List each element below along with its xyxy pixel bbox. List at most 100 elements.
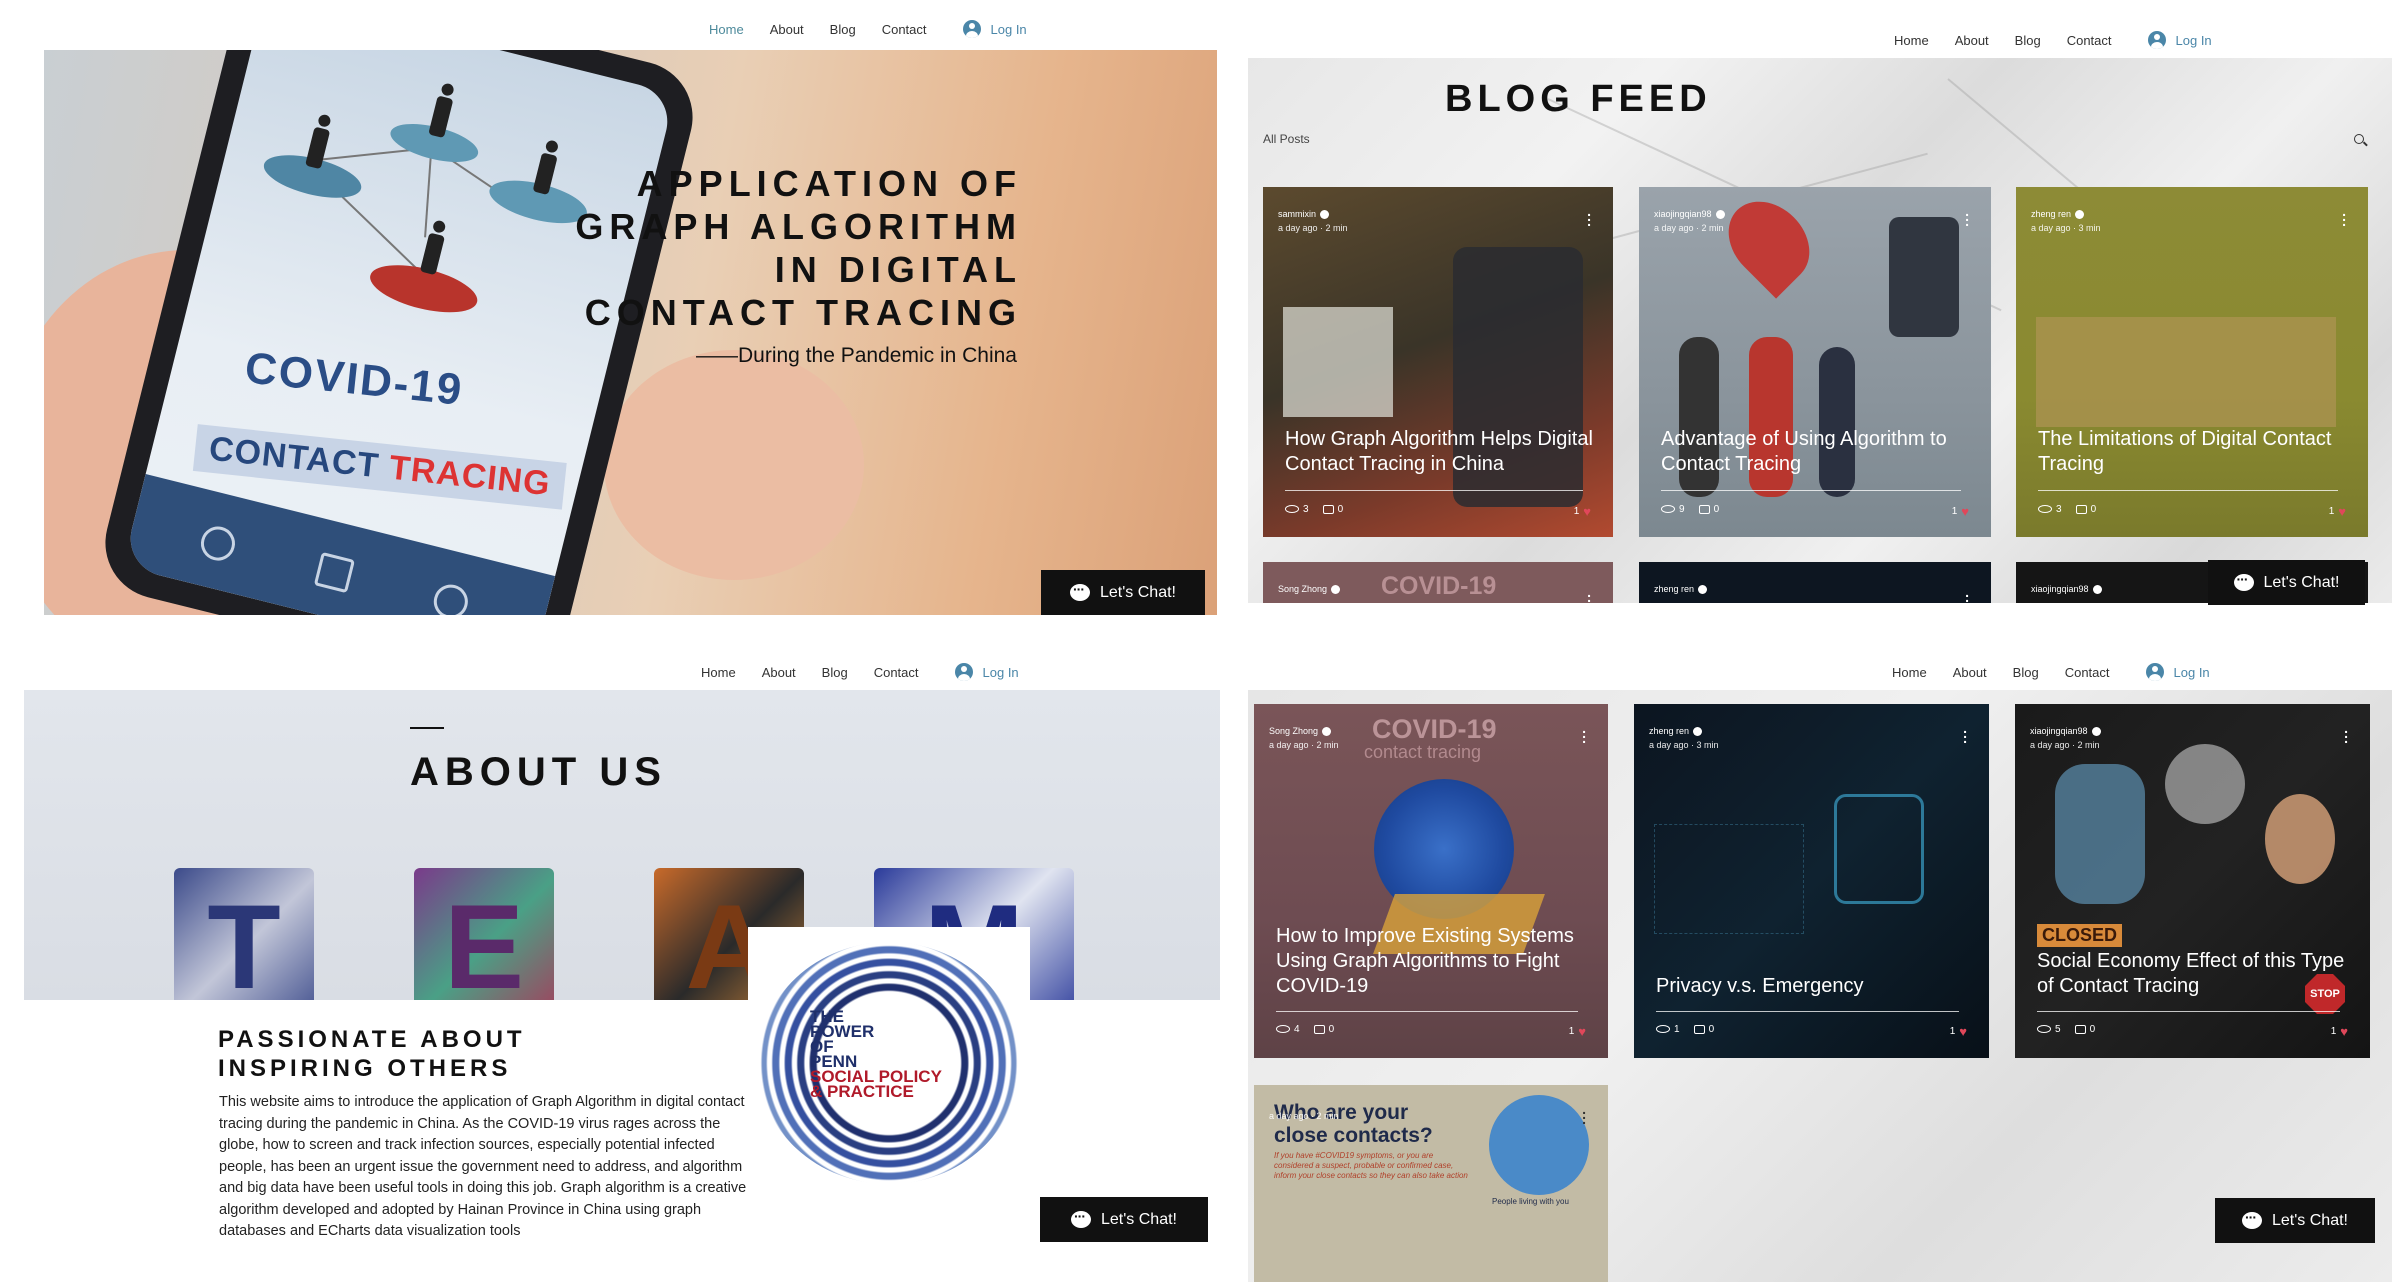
passion-heading: PASSIONATE ABOUT INSPIRING OTHERS xyxy=(218,1026,526,1082)
blog-post-card[interactable]: Song Zhong COVID-19 .. xyxy=(1263,562,1613,603)
about-page-panel: Home About Blog Contact Log In T E A M A… xyxy=(0,640,1230,1282)
divider xyxy=(1656,1011,1959,1012)
nav-about[interactable]: About xyxy=(1953,665,1987,680)
post-meta: a day ago · 2 min xyxy=(1269,1111,1339,1121)
post-image-text: contact tracing xyxy=(1364,742,1482,762)
chat-bubble-icon xyxy=(1071,1208,1091,1228)
nav-blog[interactable]: Blog xyxy=(2015,33,2041,48)
person-icon xyxy=(418,218,451,276)
divider xyxy=(2037,1011,2340,1012)
blog-post-card[interactable]: COVID-19 contact tracing Song Zhong a da… xyxy=(1254,704,1608,1058)
blog-post-card[interactable]: CLOSED STOP xiaojingqian98 a day ago · 2… xyxy=(2015,704,2370,1058)
chat-bubble-icon xyxy=(2233,571,2254,591)
post-author: zheng ren xyxy=(2031,209,2085,219)
all-posts-filter[interactable]: All Posts xyxy=(1263,132,1310,146)
post-title[interactable]: Privacy v.s. Emergency xyxy=(1656,974,1969,999)
likes-button[interactable]: 1 ♥ xyxy=(2329,504,2346,519)
post-title[interactable]: The Limitations of Digital Contact Traci… xyxy=(2038,427,2348,477)
blog-post-card[interactable]: sammixin a day ago · 2 min ... How Graph… xyxy=(1263,187,1613,537)
network-image xyxy=(1654,824,1804,934)
blog-post-card[interactable]: zheng ren .. xyxy=(1639,562,1991,603)
heart-icon: ♥ xyxy=(2338,504,2346,519)
chat-label: Let's Chat! xyxy=(1100,583,1176,601)
blog-feed-title: BLOG FEED xyxy=(1445,78,1712,120)
login-button[interactable]: Log In xyxy=(954,663,1019,681)
nav-contact[interactable]: Contact xyxy=(882,22,927,37)
blog-post-card[interactable]: Who are your close contacts? a day ago ·… xyxy=(1254,1085,1608,1282)
more-options-icon[interactable]: ... xyxy=(2344,721,2348,745)
hand-image xyxy=(604,350,864,580)
nav-contact[interactable]: Contact xyxy=(874,665,919,680)
nav-home[interactable]: Home xyxy=(709,22,744,37)
chat-bubble-icon xyxy=(1070,581,1090,601)
post-title[interactable]: How Graph Algorithm Helps Digital Contac… xyxy=(1285,427,1593,477)
nav-about[interactable]: About xyxy=(1955,33,1989,48)
post-image-text: If you have #COVID19 symptoms, or you ar… xyxy=(1274,1151,1468,1180)
comments-icon xyxy=(2074,1024,2086,1034)
login-button[interactable]: Log In xyxy=(962,20,1027,38)
post-meta: a day ago · 3 min xyxy=(1649,740,1719,750)
blog-post-card[interactable]: xiaojingqian98 a day ago · 2 min ... Adv… xyxy=(1639,187,1991,537)
top-nav: Home About Blog Contact Log In xyxy=(1892,663,2210,681)
more-options-icon[interactable]: ... xyxy=(1582,1102,1586,1126)
blog-post-card[interactable]: zheng ren a day ago · 3 min ... The Limi… xyxy=(2016,187,2368,537)
letter-tile: E xyxy=(414,868,554,1000)
more-options-icon[interactable]: .. xyxy=(1965,585,1969,603)
more-options-icon[interactable]: ... xyxy=(1963,721,1967,745)
post-stats: 4 0 xyxy=(1276,1024,1334,1035)
admin-badge-icon xyxy=(1693,726,1703,736)
nav-blog[interactable]: Blog xyxy=(822,665,848,680)
more-options-icon[interactable]: ... xyxy=(1965,204,1969,228)
chat-button[interactable]: Let's Chat! xyxy=(2208,560,2365,605)
user-avatar-icon xyxy=(2145,663,2164,681)
chat-button[interactable]: Let's Chat! xyxy=(2215,1198,2375,1243)
heart-icon: ♥ xyxy=(2340,1024,2348,1039)
likes-button[interactable]: 1 ♥ xyxy=(1952,504,1969,519)
more-options-icon[interactable]: ... xyxy=(2342,204,2346,228)
more-options-icon[interactable]: .. xyxy=(1587,585,1591,603)
phone-tracing-text: CONTACT TRACING xyxy=(192,424,567,510)
login-button[interactable]: Log In xyxy=(2145,663,2210,681)
nav-contact[interactable]: Contact xyxy=(2067,33,2112,48)
family-image xyxy=(1489,1095,1589,1195)
post-meta: a day ago · 2 min xyxy=(1278,223,1348,233)
nav-contact[interactable]: Contact xyxy=(2065,665,2110,680)
likes-button[interactable]: 1 ♥ xyxy=(1574,504,1591,519)
qr-code-image xyxy=(1283,307,1393,417)
heart-icon: ♥ xyxy=(1578,1024,1586,1039)
search-icon[interactable] xyxy=(2354,134,2364,144)
nav-home[interactable]: Home xyxy=(1892,665,1927,680)
admin-badge-icon xyxy=(2075,209,2085,219)
login-button[interactable]: Log In xyxy=(2147,31,2212,49)
nav-blog[interactable]: Blog xyxy=(2013,665,2039,680)
admin-badge-icon xyxy=(2091,726,2101,736)
post-meta: a day ago · 2 min xyxy=(1654,223,1724,233)
nav-home[interactable]: Home xyxy=(701,665,736,680)
admin-badge-icon xyxy=(1322,726,1332,736)
more-options-icon[interactable]: ... xyxy=(1587,204,1591,228)
post-title[interactable]: How to Improve Existing Systems Using Gr… xyxy=(1276,924,1588,999)
nav-blog[interactable]: Blog xyxy=(830,22,856,37)
admin-badge-icon xyxy=(1320,209,1330,219)
post-title[interactable]: Who are your close contacts? xyxy=(1274,1101,1454,1147)
chat-button[interactable]: Let's Chat! xyxy=(1040,1197,1208,1242)
likes-button[interactable]: 1 ♥ xyxy=(2331,1024,2348,1039)
post-title[interactable]: Advantage of Using Algorithm to Contact … xyxy=(1661,427,1971,477)
more-options-icon[interactable]: ... xyxy=(1582,721,1586,745)
likes-button[interactable]: 1 ♥ xyxy=(1569,1024,1586,1039)
post-title[interactable]: Social Economy Effect of this Type of Co… xyxy=(2037,949,2350,999)
likes-button[interactable]: 1 ♥ xyxy=(1950,1024,1967,1039)
nav-about[interactable]: About xyxy=(770,22,804,37)
post-author: xiaojingqian98 xyxy=(2031,584,2102,594)
chat-bubble-icon xyxy=(2242,1209,2262,1229)
chat-button[interactable]: Let's Chat! xyxy=(1041,570,1205,615)
nav-home[interactable]: Home xyxy=(1894,33,1929,48)
lock-icon xyxy=(1834,794,1924,904)
post-stats: 1 0 xyxy=(1656,1024,1714,1035)
post-image-text: People living with you xyxy=(1492,1197,1569,1206)
user-avatar-icon xyxy=(2147,31,2166,49)
heart-icon: ♥ xyxy=(1583,504,1591,519)
nav-about[interactable]: About xyxy=(762,665,796,680)
blog-post-card[interactable]: zheng ren a day ago · 3 min ... Privacy … xyxy=(1634,704,1989,1058)
post-author: Song Zhong xyxy=(1269,726,1332,736)
